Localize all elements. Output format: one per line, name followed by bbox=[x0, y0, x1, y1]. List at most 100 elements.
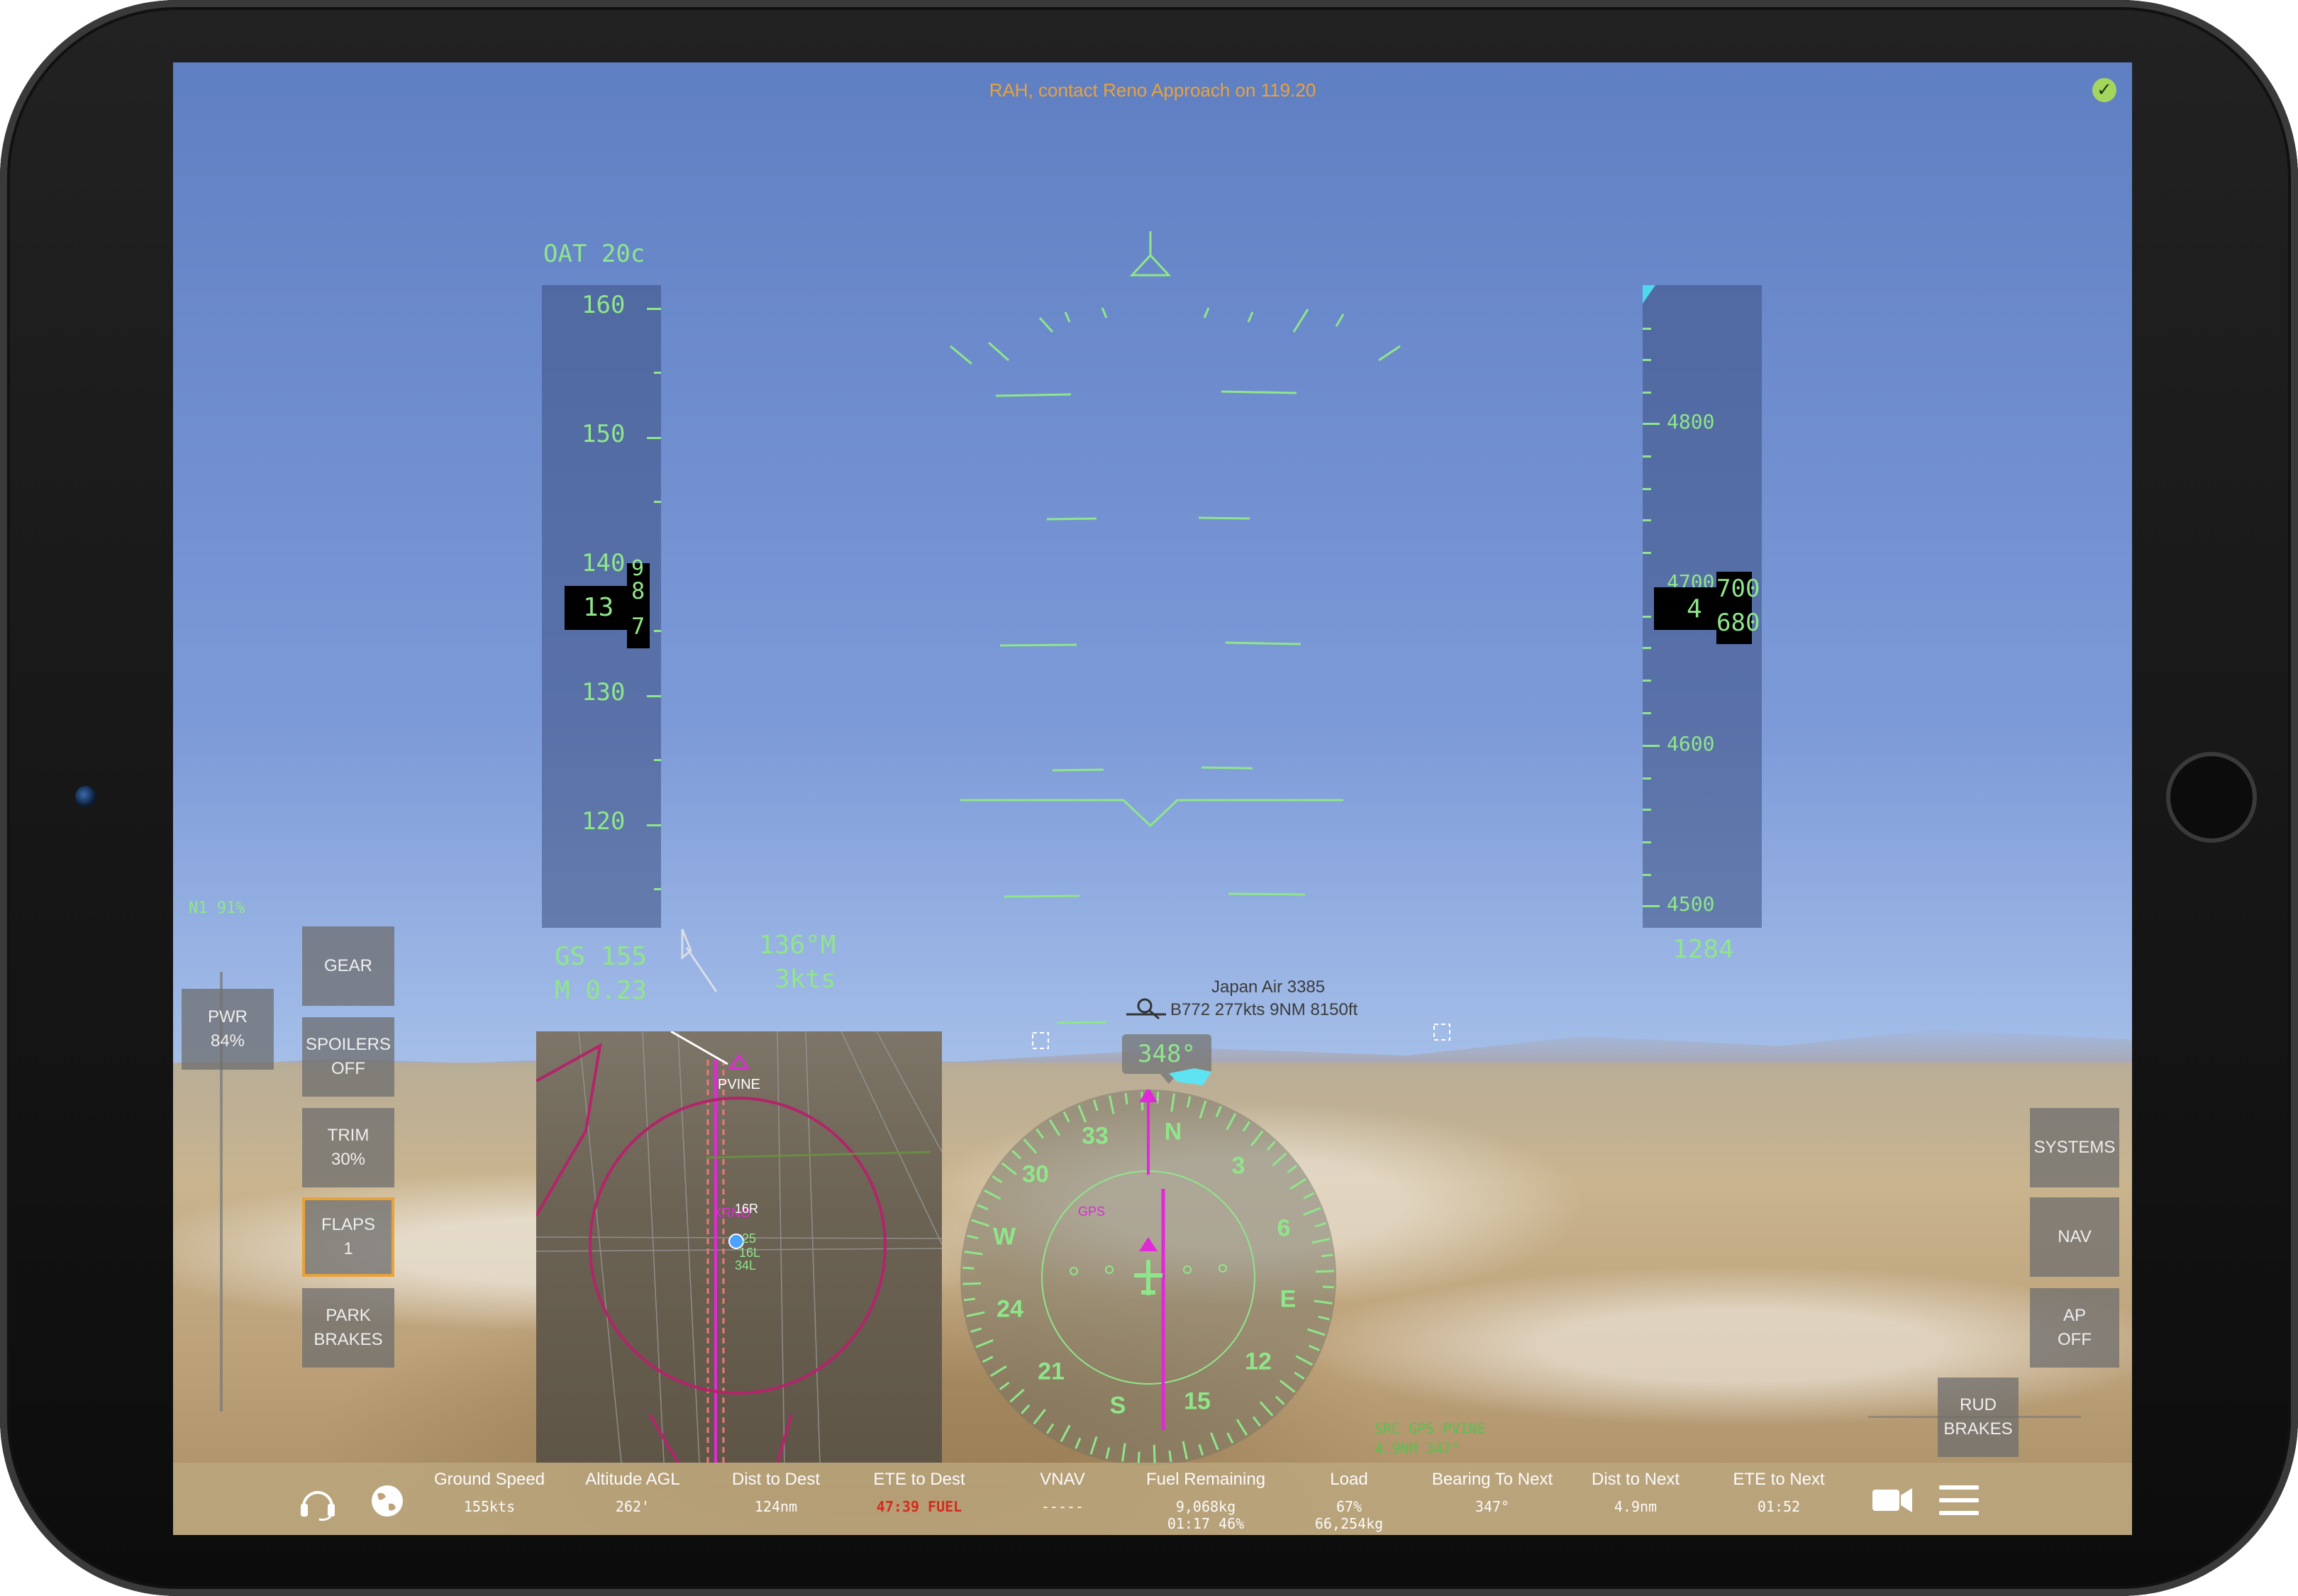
globe-icon[interactable] bbox=[369, 1483, 406, 1519]
airspeed-tick bbox=[647, 308, 661, 310]
altitude-tick bbox=[1643, 745, 1660, 747]
compass-tick bbox=[1315, 1270, 1334, 1273]
compass-rose: N 3 6 E 12 15 S 21 24 W 30 33 GPS bbox=[960, 1090, 1336, 1465]
info-ete-to-next: ETE to Next 01:52 bbox=[1708, 1470, 1850, 1515]
runway-label: 16R bbox=[735, 1202, 759, 1216]
compass-tick bbox=[1275, 1395, 1285, 1405]
info-label: Dist to Next bbox=[1591, 1470, 1680, 1489]
moving-map[interactable]: PVINE KRNO 16R 34L 25 16L bbox=[536, 1031, 942, 1463]
autopilot-button[interactable]: AP OFF bbox=[2030, 1288, 2119, 1368]
info-load: Load 67% 66,254kg bbox=[1278, 1470, 1420, 1532]
compass-tick bbox=[1252, 1416, 1261, 1427]
compass-tick bbox=[1153, 1444, 1156, 1463]
bracket-marks bbox=[1032, 1024, 1450, 1049]
spoilers-label: SPOILERS bbox=[305, 1035, 392, 1054]
compass-label-21: 21 bbox=[1038, 1358, 1065, 1385]
compass-tick bbox=[1287, 1165, 1298, 1174]
power-button[interactable]: PWR 84% bbox=[182, 989, 274, 1070]
compass-label-33: 33 bbox=[1082, 1122, 1109, 1150]
compass-tick bbox=[1048, 1119, 1061, 1136]
info-label: Altitude AGL bbox=[585, 1470, 680, 1489]
runway-label: 16L bbox=[739, 1246, 761, 1260]
compass-tick bbox=[1210, 1432, 1219, 1451]
compass-tick bbox=[999, 1381, 1010, 1390]
altitude-tick bbox=[1643, 777, 1651, 780]
compass-tick bbox=[1303, 1192, 1315, 1199]
airspeed-roll-drum: 9 8 7 bbox=[627, 556, 650, 648]
compass-tick bbox=[1182, 1441, 1188, 1460]
compass-tick bbox=[1170, 1093, 1175, 1112]
compass-tick bbox=[1075, 1437, 1082, 1449]
info-label: ETE to Next bbox=[1733, 1470, 1825, 1489]
compass-label-6: 6 bbox=[1277, 1214, 1291, 1242]
compass-tick bbox=[1311, 1238, 1331, 1244]
gear-button[interactable]: GEAR bbox=[302, 926, 394, 1006]
systems-button[interactable]: SYSTEMS bbox=[2030, 1108, 2119, 1187]
compass-graphics bbox=[962, 1090, 1334, 1463]
airspeed-tick bbox=[654, 630, 661, 632]
pitch-ladder bbox=[950, 231, 1401, 1024]
altitude-tick bbox=[1643, 488, 1651, 490]
altitude-tick bbox=[1643, 841, 1651, 843]
compass-tick bbox=[1306, 1328, 1326, 1336]
compass-tick bbox=[1289, 1177, 1306, 1190]
altitude-tick bbox=[1643, 423, 1660, 425]
info-ete-to-dest: ETE to Dest 47:39 FUEL bbox=[848, 1470, 990, 1515]
rudder-value: BRAKES bbox=[1943, 1419, 2013, 1439]
home-button[interactable] bbox=[2166, 752, 2257, 843]
info-value: ----- bbox=[1040, 1498, 1084, 1515]
compass-label-3: 3 bbox=[1231, 1152, 1245, 1180]
compass-tick bbox=[1226, 1432, 1234, 1444]
altitude-readout-main: 4 bbox=[1687, 594, 1702, 624]
compass-tick bbox=[1259, 1401, 1274, 1417]
compass-tick bbox=[1215, 1106, 1222, 1118]
airspeed-tick bbox=[647, 824, 661, 826]
info-dist-to-next: Dist to Next 4.9nm bbox=[1565, 1470, 1706, 1515]
traffic-aircraft-icon bbox=[1126, 998, 1166, 1020]
info-altitude-agl: Altitude AGL 262' bbox=[562, 1470, 704, 1515]
runway-label: 34L bbox=[735, 1258, 757, 1273]
spoilers-button[interactable]: SPOILERS OFF bbox=[302, 1017, 394, 1097]
compass-tick bbox=[1226, 1112, 1237, 1131]
mach-readout: M 0.23 bbox=[555, 976, 648, 1005]
info-value: 4.9nm bbox=[1614, 1498, 1658, 1515]
compass-tick bbox=[1294, 1371, 1305, 1380]
rudder-brakes-button[interactable]: RUD BRAKES bbox=[1938, 1378, 2019, 1457]
info-label: Dist to Dest bbox=[731, 1470, 821, 1489]
airspeed-tick bbox=[654, 888, 661, 890]
camera-icon[interactable] bbox=[1871, 1485, 1914, 1514]
altitude-label: 4800 bbox=[1667, 410, 1715, 433]
compass-tick bbox=[983, 1189, 1001, 1200]
traffic-details: B772 277kts 9NM 8150ft bbox=[1170, 1000, 1358, 1019]
compass-tick bbox=[1303, 1207, 1321, 1216]
info-label: Fuel Remaining bbox=[1145, 1470, 1266, 1489]
compass-tick bbox=[1062, 1111, 1070, 1123]
altitude-tick bbox=[1643, 905, 1660, 907]
nav-button[interactable]: NAV bbox=[2030, 1197, 2119, 1277]
park-brakes-button[interactable]: PARK BRAKES bbox=[302, 1288, 394, 1368]
compass-tick bbox=[1314, 1299, 1333, 1304]
info-value: 155kts bbox=[463, 1498, 516, 1515]
wind-direction: 136°M bbox=[759, 931, 836, 960]
info-value: 9,068kg bbox=[1175, 1498, 1236, 1515]
compass-tick bbox=[1036, 1128, 1045, 1139]
compass-tick bbox=[1318, 1315, 1330, 1321]
gps-label: GPS bbox=[1078, 1204, 1106, 1219]
altitude-tick bbox=[1643, 616, 1651, 618]
flaps-button[interactable]: FLAPS 1 bbox=[302, 1197, 394, 1277]
n1-readout: N1 91% bbox=[189, 899, 245, 917]
compass-tick bbox=[1321, 1253, 1333, 1258]
altitude-tick bbox=[1643, 455, 1651, 458]
compass-tick bbox=[1272, 1152, 1287, 1167]
menu-icon[interactable] bbox=[1938, 1483, 1980, 1518]
compass-tick bbox=[966, 1311, 985, 1317]
compass-tick bbox=[1077, 1104, 1087, 1123]
trim-button[interactable]: TRIM 30% bbox=[302, 1108, 394, 1187]
altitude-tick bbox=[1643, 519, 1651, 521]
flaps-value: 1 bbox=[343, 1239, 353, 1258]
airspeed-tick bbox=[647, 437, 661, 439]
airspeed-tick bbox=[654, 372, 661, 374]
nav-label: NAV bbox=[2058, 1227, 2092, 1246]
headset-icon[interactable] bbox=[298, 1481, 338, 1521]
compass-tick bbox=[1266, 1141, 1276, 1151]
